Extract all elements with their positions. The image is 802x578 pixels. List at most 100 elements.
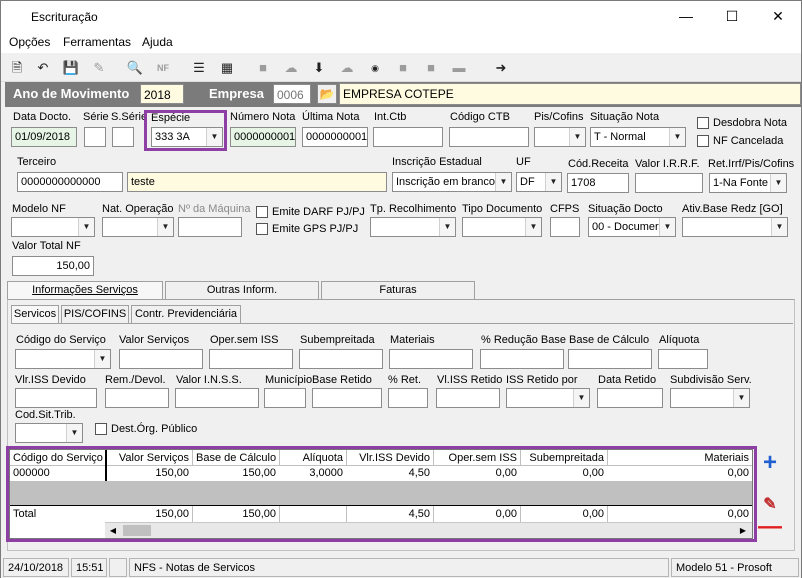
- grid-col-valor-servicos[interactable]: Valor Serviços: [106, 452, 192, 464]
- grid-col-vlr-iss-devido[interactable]: Vlr.ISS Devido: [347, 452, 433, 464]
- scroll-thumb[interactable]: [123, 525, 151, 536]
- scroll-left-icon[interactable]: ◀: [105, 523, 121, 538]
- ano-field[interactable]: 2018: [140, 84, 184, 104]
- tab-outras-inform[interactable]: Outras Inform.: [165, 281, 319, 299]
- desdobra-checkbox[interactable]: [697, 117, 709, 129]
- valor-inss-field[interactable]: [175, 388, 259, 408]
- municipio-field[interactable]: [264, 388, 306, 408]
- save-icon[interactable]: 💾: [61, 58, 81, 78]
- ultima-nota-field[interactable]: 0000000001: [302, 127, 368, 147]
- menu-opcoes[interactable]: Opções: [9, 35, 50, 49]
- vl-iss-retido-field[interactable]: [436, 388, 500, 408]
- box-icon[interactable]: ■: [393, 58, 413, 78]
- materiais-field[interactable]: [389, 349, 473, 369]
- subtab-contr-previdenciaria[interactable]: Contr. Previdenciária: [131, 305, 241, 323]
- add-icon[interactable]: +: [758, 451, 782, 475]
- folder-open-icon[interactable]: 📂: [317, 84, 337, 104]
- subempreitada-field[interactable]: [299, 349, 383, 369]
- sserie-field[interactable]: [112, 127, 134, 147]
- calc-icon[interactable]: ▦: [217, 58, 237, 78]
- preview-icon[interactable]: 🔍: [125, 58, 145, 78]
- undo-icon[interactable]: ↶: [33, 58, 53, 78]
- grid-col-base-calculo[interactable]: Base de Cálculo: [193, 452, 279, 464]
- folder-icon[interactable]: ■: [253, 58, 273, 78]
- tipo-documento-select[interactable]: ▼: [462, 217, 542, 237]
- grid-cell: 0,00: [727, 467, 749, 479]
- tp-recolhimento-select[interactable]: ▼: [370, 217, 456, 237]
- maximize-button[interactable]: ☐: [709, 1, 755, 31]
- oper-sem-iss-field[interactable]: [209, 349, 293, 369]
- cloud-icon[interactable]: ☁: [281, 58, 301, 78]
- serie-field[interactable]: [84, 127, 106, 147]
- cfps-field[interactable]: [550, 217, 580, 237]
- grid-col-codigo[interactable]: Código do Serviço: [10, 452, 105, 464]
- nf-cancelada-checkbox[interactable]: [697, 135, 709, 147]
- ret-irrf-select[interactable]: 1-Na Fonte ▼: [709, 173, 787, 193]
- codigo-ctb-field[interactable]: [449, 127, 529, 147]
- grid-col-materiais[interactable]: Materiais: [608, 452, 752, 464]
- tab-faturas[interactable]: Faturas: [321, 281, 475, 299]
- box2-icon[interactable]: ■: [421, 58, 441, 78]
- pct-reducao-field[interactable]: [480, 349, 564, 369]
- situacao-nota-select[interactable]: T - Normal ▼: [590, 127, 686, 147]
- subdivisao-select[interactable]: ▼: [670, 388, 750, 408]
- municipio-label: Município: [265, 374, 313, 386]
- emite-darf-checkbox[interactable]: [256, 206, 268, 218]
- bar-icon[interactable]: ▬: [449, 58, 469, 78]
- table-row[interactable]: 000000 150,00 150,00 3,0000 4,50 0,00 0,…: [10, 466, 752, 481]
- close-button[interactable]: ✕: [755, 1, 801, 31]
- grid-col-subempreitada[interactable]: Subempreitada: [521, 452, 607, 464]
- grid-col-aliquota[interactable]: Alíquota: [280, 452, 346, 464]
- nfe-icon[interactable]: NF: [153, 58, 173, 78]
- menu-ajuda[interactable]: Ajuda: [142, 35, 173, 49]
- services-grid[interactable]: Código do Serviço Valor Serviços Base de…: [9, 449, 753, 539]
- dest-org-checkbox[interactable]: [95, 423, 107, 435]
- no-maquina-field[interactable]: [178, 217, 242, 237]
- download-icon[interactable]: ⬇: [309, 58, 329, 78]
- cb-icon[interactable]: ◉: [365, 58, 385, 78]
- exit-icon[interactable]: ➜: [491, 58, 511, 78]
- base-retido-field[interactable]: [312, 388, 382, 408]
- rem-devol-field[interactable]: [105, 388, 169, 408]
- grid-col-oper-sem-iss[interactable]: Oper.sem ISS: [434, 452, 520, 464]
- horizontal-scrollbar[interactable]: ◀ ▶: [105, 522, 752, 538]
- pct-ret-field[interactable]: [388, 388, 428, 408]
- new-icon[interactable]: 🗎: [7, 58, 27, 78]
- base-calculo-field[interactable]: [568, 349, 652, 369]
- valor-total-field[interactable]: 150,00: [12, 256, 94, 276]
- tab-informacoes-servicos[interactable]: Informações Serviços: [7, 281, 163, 299]
- ativ-base-select[interactable]: ▼: [682, 217, 788, 237]
- cloud2-icon[interactable]: ☁: [337, 58, 357, 78]
- especie-select[interactable]: 333 3A ▼: [151, 127, 223, 147]
- minimize-button[interactable]: —: [663, 1, 709, 31]
- vlr-iss-devido-field[interactable]: [15, 388, 97, 408]
- subtab-servicos[interactable]: Servicos: [11, 305, 59, 323]
- terceiro-code-field[interactable]: 0000000000000: [17, 172, 123, 192]
- numero-nota-field[interactable]: 0000000001: [230, 127, 296, 147]
- empresa-code-field[interactable]: 0006: [273, 84, 311, 104]
- iss-retido-por-select[interactable]: ▼: [506, 388, 590, 408]
- remove-icon[interactable]: —: [758, 515, 782, 539]
- scroll-right-icon[interactable]: ▶: [735, 523, 751, 538]
- aliquota-field[interactable]: [658, 349, 708, 369]
- codigo-servico-select[interactable]: ▼: [15, 349, 111, 369]
- data-docto-field[interactable]: 01/09/2018: [11, 127, 77, 147]
- insc-estadual-select[interactable]: Inscrição em branco ▼: [392, 172, 512, 192]
- menu-ferramentas[interactable]: Ferramentas: [63, 35, 131, 49]
- data-retido-field[interactable]: [597, 388, 663, 408]
- cod-sit-trib-select[interactable]: ▼: [15, 423, 83, 443]
- uf-select[interactable]: DF ▼: [516, 172, 562, 192]
- grid-total-cell: 4,50: [408, 508, 430, 520]
- pis-cofins-select[interactable]: ▼: [534, 127, 586, 147]
- list-icon[interactable]: ☰: [189, 58, 209, 78]
- subtab-pis-cofins[interactable]: PIS/COFINS: [61, 305, 129, 323]
- situacao-docto-select[interactable]: 00 - Documer ▼: [588, 217, 676, 237]
- modelo-nf-select[interactable]: ▼: [11, 217, 95, 237]
- valor-servicos-field[interactable]: [119, 349, 203, 369]
- delete-icon[interactable]: ✎: [89, 58, 109, 78]
- nat-operacao-select[interactable]: ▼: [102, 217, 174, 237]
- cod-receita-field[interactable]: 1708: [567, 173, 629, 193]
- int-ctb-field[interactable]: [373, 127, 443, 147]
- valor-irrf-field[interactable]: [635, 173, 703, 193]
- emite-gps-checkbox[interactable]: [256, 223, 268, 235]
